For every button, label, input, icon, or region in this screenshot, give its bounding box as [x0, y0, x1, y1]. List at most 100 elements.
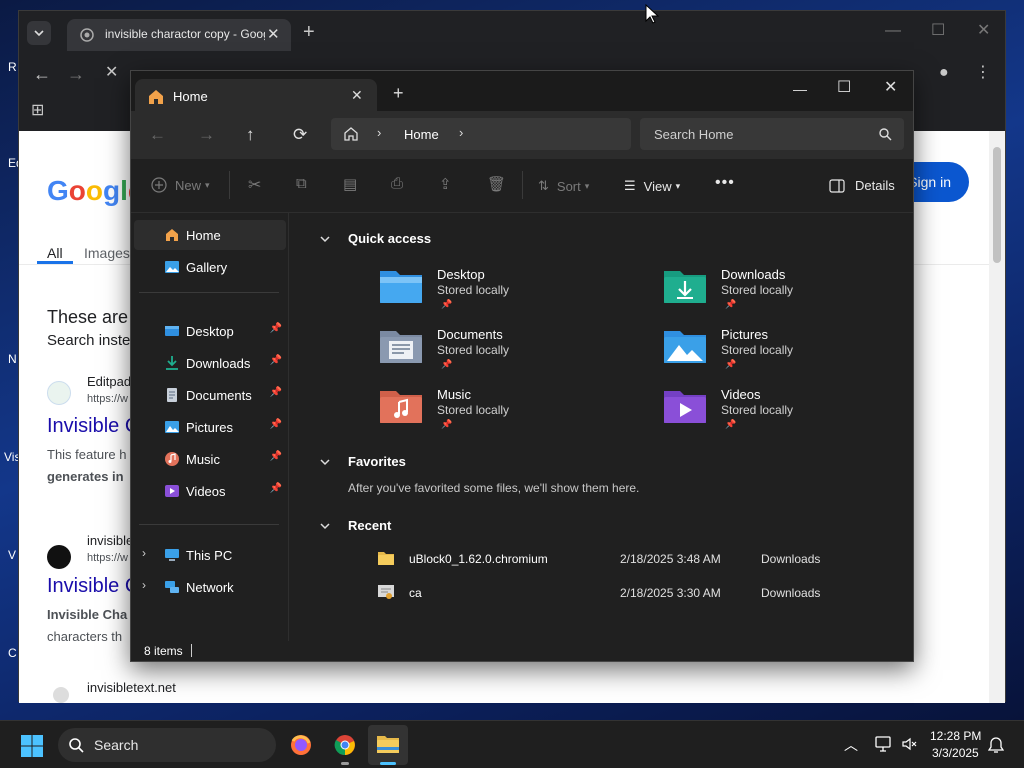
maximize-icon[interactable]: ☐: [931, 23, 945, 39]
tab-search-button[interactable]: [27, 21, 51, 45]
cut-icon[interactable]: ✂: [248, 175, 261, 195]
sidebar-item-label: Pictures: [186, 420, 233, 435]
pin-icon[interactable]: 📌: [270, 355, 282, 366]
collapse-chevron-icon[interactable]: [319, 520, 331, 532]
address-bar[interactable]: › Home ›: [331, 118, 631, 150]
back-icon[interactable]: ←: [33, 65, 51, 83]
collapse-chevron-icon[interactable]: [319, 233, 331, 245]
collapse-chevron-icon[interactable]: [319, 456, 331, 468]
pin-icon[interactable]: 📌: [270, 483, 282, 494]
pin-icon[interactable]: 📌: [270, 387, 282, 398]
profile-icon[interactable]: ●: [939, 65, 949, 81]
refresh-icon[interactable]: ⟳: [293, 125, 307, 145]
volume-muted-icon[interactable]: [901, 736, 917, 752]
sidebar-item-music[interactable]: Music 📌: [134, 444, 286, 474]
pin-icon[interactable]: 📌: [270, 419, 282, 430]
sidebar-item-videos[interactable]: Videos 📌: [134, 476, 286, 506]
close-tab-icon[interactable]: ✕: [267, 25, 280, 43]
back-icon[interactable]: ←: [149, 125, 166, 145]
section-recent[interactable]: Recent: [348, 518, 391, 533]
taskbar-search[interactable]: Search: [58, 728, 276, 762]
mouse-cursor-icon: [645, 4, 659, 24]
new-tab-icon[interactable]: +: [393, 83, 404, 104]
menu-kebab-icon[interactable]: ⋮: [975, 65, 991, 81]
apps-grid-icon[interactable]: ⊞: [31, 103, 44, 119]
new-button[interactable]: New ▾: [151, 177, 210, 193]
pin-icon: 📌: [441, 359, 453, 369]
quick-access-item-videos[interactable]: Videos Stored locally 📌: [663, 385, 923, 441]
up-icon[interactable]: ↑: [246, 125, 255, 145]
show-hidden-icons-chevron-icon[interactable]: ︿: [844, 735, 858, 755]
quick-access-item-desktop[interactable]: Desktop Stored locally 📌: [379, 265, 639, 321]
downloads-folder-icon: [166, 356, 178, 370]
forward-icon[interactable]: →: [198, 125, 215, 145]
sidebar-item-documents[interactable]: Documents 📌: [134, 380, 286, 410]
sidebar-item-downloads[interactable]: Downloads 📌: [134, 348, 286, 378]
firefox-icon[interactable]: [289, 733, 313, 757]
sidebar-item-label: Downloads: [186, 356, 251, 371]
delete-icon[interactable]: 🗑: [487, 175, 506, 193]
close-window-icon[interactable]: ✕: [884, 77, 897, 97]
more-options-icon[interactable]: •••: [715, 174, 735, 192]
quick-access-status: Stored locally: [721, 283, 794, 297]
sidebar-item-home[interactable]: Home: [134, 220, 286, 250]
section-quick-access[interactable]: Quick access: [348, 231, 431, 246]
desktop-folder-icon: [165, 326, 179, 336]
new-tab-icon[interactable]: +: [303, 22, 315, 42]
sort-button[interactable]: ⇅ Sort ▾: [538, 178, 589, 194]
minimize-icon[interactable]: —: [793, 81, 807, 97]
view-button[interactable]: ☰ View ▾: [624, 178, 680, 194]
quick-access-name: Music: [437, 387, 471, 402]
recent-item[interactable]: ca 2/18/2025 3:30 AM Downloads: [375, 580, 835, 606]
sidebar-item-desktop[interactable]: Desktop 📌: [134, 316, 286, 346]
quick-access-item-music[interactable]: Music Stored locally 📌: [379, 385, 639, 441]
quick-access-item-documents[interactable]: Documents Stored locally 📌: [379, 325, 639, 381]
quick-access-status: Stored locally: [437, 343, 510, 357]
search-box[interactable]: Search Home: [640, 118, 904, 150]
folder-icon: [378, 552, 394, 565]
chevron-down-icon: [34, 30, 44, 37]
clock-time[interactable]: 12:28 PM: [930, 729, 981, 743]
pin-icon[interactable]: 📌: [270, 451, 282, 462]
windows-start-icon[interactable]: [20, 734, 44, 758]
minimize-icon[interactable]: —: [885, 23, 901, 39]
chrome-icon[interactable]: [333, 733, 357, 757]
tab-images[interactable]: Images: [84, 245, 130, 261]
page-scrollbar[interactable]: [989, 131, 1005, 703]
details-button[interactable]: Details: [829, 178, 895, 193]
quick-access-item-pictures[interactable]: Pictures Stored locally 📌: [663, 325, 923, 381]
quick-access-item-downloads[interactable]: Downloads Stored locally 📌: [663, 265, 923, 321]
clock-date[interactable]: 3/3/2025: [932, 746, 979, 760]
maximize-icon[interactable]: ☐: [837, 77, 851, 97]
sidebar-item-pictures[interactable]: Pictures 📌: [134, 412, 286, 442]
desktop-edge-label: C: [8, 646, 17, 660]
copy-icon[interactable]: ⧉: [296, 175, 307, 192]
section-favorites[interactable]: Favorites: [348, 454, 406, 469]
tab-all[interactable]: All: [47, 245, 63, 261]
stop-loading-icon[interactable]: ✕: [105, 65, 118, 81]
pin-icon[interactable]: 📌: [270, 323, 282, 334]
notification-bell-icon[interactable]: [988, 736, 1004, 754]
recent-item[interactable]: uBlock0_1.62.0.chromium 2/18/2025 3:48 A…: [375, 546, 835, 572]
result-title-link[interactable]: Invisible C: [47, 575, 139, 598]
file-explorer-taskbar-button[interactable]: [368, 725, 408, 765]
rename-icon[interactable]: ⎙: [391, 175, 403, 192]
close-tab-icon[interactable]: ✕: [351, 87, 363, 104]
breadcrumb-home[interactable]: Home: [404, 127, 439, 142]
result-heading: These are: [47, 307, 129, 327]
network-status-icon[interactable]: [874, 736, 892, 752]
sidebar-item-this-pc[interactable]: › This PC: [134, 540, 286, 570]
chrome-tab[interactable]: invisible charactor copy - Goog ✕: [67, 19, 291, 51]
paste-icon[interactable]: ▤: [343, 175, 357, 193]
expand-chevron-icon[interactable]: ›: [142, 578, 146, 592]
share-icon[interactable]: ⇪: [439, 175, 452, 193]
sidebar-item-network[interactable]: › Network: [134, 572, 286, 602]
expand-chevron-icon[interactable]: ›: [142, 546, 146, 560]
sidebar-item-gallery[interactable]: Gallery: [134, 252, 286, 282]
result-title-link[interactable]: Invisible C: [47, 415, 139, 438]
forward-icon[interactable]: →: [67, 65, 85, 83]
close-window-icon[interactable]: ✕: [977, 23, 990, 39]
scrollbar-thumb[interactable]: [993, 147, 1001, 263]
recent-item-name: ca: [409, 586, 422, 600]
breadcrumb-chevron-icon[interactable]: ›: [459, 125, 463, 140]
